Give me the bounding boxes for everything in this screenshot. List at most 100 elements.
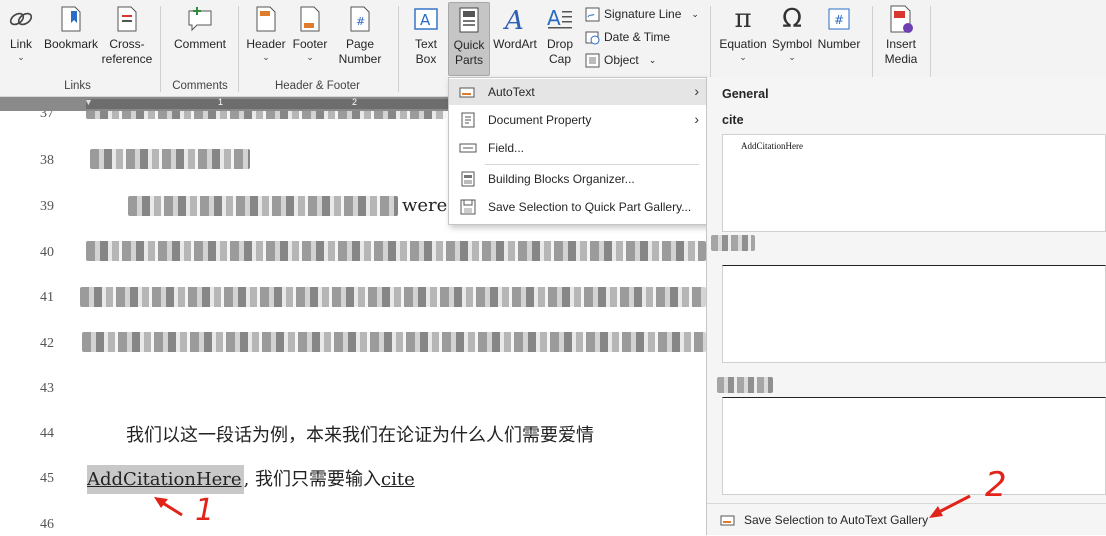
menu-separator [485, 164, 699, 165]
wordart-button[interactable]: A WordArt [492, 4, 538, 52]
svg-text:#: # [356, 15, 365, 28]
comments-group-label: Comments [172, 80, 228, 92]
annotation-label-1: 1 [195, 493, 215, 528]
date-time-label: Date & Time [604, 30, 671, 44]
chevron-down-icon: ⌄ [262, 52, 270, 62]
quick-parts-button[interactable]: Quick Parts [448, 2, 490, 76]
bookmark-label: Bookmark [43, 37, 99, 51]
symbol-label: Symbol [771, 37, 812, 51]
equation-button[interactable]: π Equation ⌄ [718, 4, 768, 63]
chevron-down-icon: ⌄ [648, 54, 657, 65]
line-number: 37 [40, 111, 54, 121]
redacted-text [82, 332, 706, 352]
link-button[interactable]: Link ⌄ [6, 4, 36, 62]
comment-button[interactable]: Comment [170, 4, 230, 52]
quick-parts-menu: AutoText › Document Property › Field... … [448, 77, 708, 225]
date-time-button[interactable]: Date & Time [585, 27, 670, 47]
autotext-entry[interactable] [722, 397, 1106, 495]
menu-item-field[interactable]: Field... [449, 135, 707, 161]
page-number-button[interactable]: # Page Number [332, 4, 388, 67]
ruler-tick: 2 [352, 97, 358, 107]
save-selection-autotext-label: Save Selection to AutoText Gallery [744, 513, 929, 527]
drop-cap-label: Drop Cap [546, 37, 573, 66]
line-number: 44 [40, 426, 54, 441]
save-selection-autotext-button[interactable]: Save Selection to AutoText Gallery [707, 503, 1106, 536]
menu-item-save-selection-quick-part[interactable]: Save Selection to Quick Part Gallery... [449, 194, 707, 220]
calendar-clock-icon [585, 30, 600, 45]
redacted-text [90, 149, 250, 169]
page-number-icon: # [345, 4, 375, 34]
autotext-entry-cite[interactable]: AddCitationHere [722, 134, 1106, 232]
drop-cap-icon: A [545, 4, 575, 34]
signature-line-label: Signature Line [604, 7, 682, 21]
svg-text:#: # [834, 13, 844, 27]
object-button[interactable]: Object ⌄ [585, 50, 656, 70]
bookmark-icon [56, 4, 86, 34]
line-number: 46 [40, 517, 54, 532]
redacted-text [80, 287, 706, 307]
menu-item-autotext[interactable]: AutoText › [449, 79, 707, 105]
annotation-arrow-2 [929, 494, 971, 518]
svg-text:A: A [420, 11, 431, 29]
redacted-text [128, 196, 398, 216]
header-footer-group-label: Header & Footer [274, 80, 360, 92]
insert-media-label: Insert Media [884, 37, 918, 66]
redacted-text [717, 377, 773, 393]
omega-icon: Ω [782, 3, 802, 34]
object-label: Object [604, 53, 639, 67]
drop-cap-button[interactable]: A Drop Cap [542, 4, 578, 67]
annotation-label-2: 2 [985, 465, 1007, 505]
line-number: 39 [40, 199, 54, 214]
header-icon [251, 4, 281, 34]
quick-parts-icon [454, 5, 484, 35]
footer-icon [295, 4, 325, 34]
links-group-label: Links [64, 80, 91, 92]
chevron-down-icon: ⌄ [691, 8, 699, 19]
redacted-text [86, 111, 446, 119]
menu-item-label: Building Blocks Organizer... [488, 172, 635, 186]
menu-item-document-property[interactable]: Document Property › [449, 107, 707, 133]
page-number-label: Page Number [338, 37, 382, 66]
text-box-button[interactable]: A Text Box [406, 4, 446, 67]
link-icon [6, 4, 36, 34]
link-label: Link [9, 37, 32, 51]
chevron-right-icon: › [694, 83, 699, 99]
redacted-text [86, 241, 706, 261]
chevron-right-icon: › [694, 111, 699, 127]
ruler-tick: 1 [218, 97, 224, 107]
autotext-icon [720, 513, 736, 527]
svg-text:A: A [503, 6, 524, 33]
number-label: Number [817, 37, 861, 51]
building-blocks-icon [459, 171, 477, 187]
bookmark-button[interactable]: Bookmark [42, 4, 100, 52]
menu-item-label: AutoText [488, 85, 535, 99]
chevron-down-icon: ⌄ [17, 52, 25, 62]
line-number: 45 [40, 471, 54, 486]
line-number: 40 [40, 245, 54, 260]
line-number: 42 [40, 336, 54, 351]
signature-line-button[interactable]: Signature Line ⌄ [585, 4, 699, 24]
footer-button[interactable]: Footer ⌄ [290, 4, 330, 62]
chevron-down-icon: ⌄ [788, 52, 796, 62]
autotext-entry[interactable] [722, 265, 1106, 363]
indent-marker-icon[interactable]: ▼ [84, 97, 93, 107]
group-divider [238, 6, 239, 92]
menu-item-building-blocks-organizer[interactable]: Building Blocks Organizer... [449, 166, 707, 192]
cross-reference-button[interactable]: Cross- reference [102, 4, 152, 67]
line-number: 43 [40, 381, 54, 396]
gallery-entry-name: cite [722, 113, 744, 127]
header-button[interactable]: Header ⌄ [244, 4, 288, 62]
line-number: 38 [40, 153, 54, 168]
wordart-icon: A [500, 4, 530, 34]
autotext-icon [459, 84, 477, 100]
number-button[interactable]: # Number [816, 4, 862, 52]
text-box-label: Text Box [414, 37, 437, 66]
insert-media-button[interactable]: Insert Media [878, 4, 924, 67]
autotext-gallery: General cite AddCitationHere Save Select… [706, 77, 1106, 535]
comment-label: Comment [173, 37, 226, 51]
symbol-button[interactable]: Ω Symbol ⌄ [770, 3, 814, 63]
footer-label: Footer [292, 37, 328, 51]
cross-reference-label: Cross- reference [101, 37, 153, 66]
field-icon [459, 140, 477, 156]
object-icon [585, 53, 600, 68]
